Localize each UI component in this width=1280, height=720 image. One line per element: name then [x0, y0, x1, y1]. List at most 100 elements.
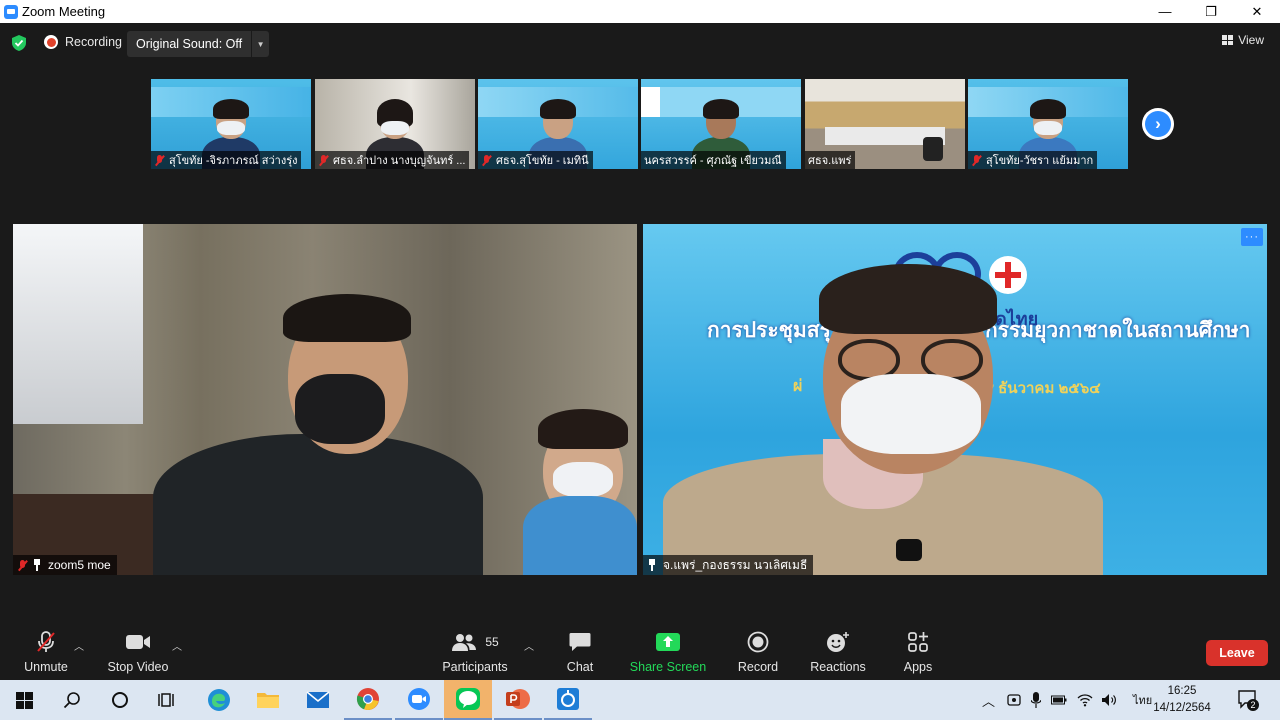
smiley-icon	[826, 628, 850, 656]
pin-icon	[32, 559, 42, 571]
maximize-button[interactable]: ❐	[1188, 0, 1234, 23]
chevron-down-icon[interactable]: ▼	[251, 31, 269, 57]
participant-thumbnail[interactable]: นครสวรรค์ - ศุภณัฐ เขียวมณี	[641, 79, 801, 169]
audio-options-chevron-icon[interactable]: ︿	[74, 638, 84, 653]
apps-icon	[907, 628, 929, 656]
file-explorer-icon[interactable]	[244, 680, 292, 720]
video-options-chevron-icon[interactable]: ︿	[172, 638, 182, 653]
chat-icon	[569, 628, 591, 656]
participants-label: Participants	[442, 660, 508, 674]
line-app-icon[interactable]	[444, 680, 492, 720]
zoom-app-icon	[4, 4, 18, 19]
stop-video-label: Stop Video	[107, 660, 169, 674]
participant-name: ศธจ.แพร่	[808, 155, 852, 167]
mic-muted-icon	[17, 559, 28, 571]
taskbar-date: 14/12/2564	[1153, 702, 1211, 714]
mic-muted-icon	[318, 154, 329, 166]
participant-name: zoom5 moe	[48, 558, 111, 572]
share-screen-label: Share Screen	[629, 660, 707, 674]
minimize-button[interactable]: —	[1142, 0, 1188, 23]
view-button[interactable]: View	[1222, 33, 1264, 47]
chrome-icon[interactable]	[344, 680, 392, 720]
recording-indicator[interactable]: Recording	[44, 35, 122, 49]
wifi-icon[interactable]	[1077, 693, 1093, 707]
battery-icon[interactable]	[1051, 694, 1067, 706]
pin-icon	[647, 559, 657, 571]
participant-name: ศธจ.ลำปาง นางบุญจันทร์ ...	[333, 155, 466, 167]
participant-name: สุโขทัย -จิรภาภรณ์ สว่างรุ่ง	[169, 155, 298, 167]
meeting-controls: Unmute ︿ Stop Video ︿ 55 Participants ︿ …	[0, 628, 1280, 680]
unmute-button[interactable]: Unmute	[22, 628, 70, 680]
unmute-label: Unmute	[24, 660, 68, 674]
mic-muted-icon	[481, 154, 492, 166]
chat-button[interactable]: Chat	[562, 628, 598, 680]
chevron-right-icon: ›	[1145, 111, 1171, 137]
participants-count: 55	[485, 635, 499, 649]
leave-button[interactable]: Leave	[1206, 640, 1268, 666]
system-tray: ︿ ไทย	[982, 680, 1152, 720]
meet-now-icon[interactable]	[1007, 693, 1021, 707]
grid-icon	[1222, 35, 1234, 45]
video-tile-left[interactable]: zoom5 moe	[13, 224, 637, 575]
windows-taskbar: ︿ ไทย 16:25 14/12/2564 2	[0, 680, 1280, 720]
mic-muted-icon	[971, 154, 982, 166]
chat-label: Chat	[566, 660, 594, 674]
shield-icon[interactable]	[12, 35, 26, 51]
chevron-up-icon[interactable]: ︿	[982, 691, 995, 710]
reactions-button[interactable]: Reactions	[808, 628, 868, 680]
participant-thumbnail[interactable]: ศธจ.แพร่	[805, 79, 965, 169]
participants-options-chevron-icon[interactable]: ︿	[524, 638, 534, 653]
recording-label: Recording	[65, 35, 122, 49]
notification-count: 2	[1247, 699, 1259, 711]
notification-center-icon[interactable]: 2	[1237, 689, 1259, 711]
mail-icon[interactable]	[294, 680, 342, 720]
windows-start-icon[interactable]	[0, 680, 48, 720]
more-options-button[interactable]: ···	[1241, 228, 1263, 246]
original-sound-dropdown[interactable]: Original Sound: Off ▼	[127, 31, 270, 57]
taskbar-clock[interactable]: 16:25 14/12/2564	[1150, 683, 1214, 717]
search-icon[interactable]	[48, 680, 96, 720]
banner-subtitle: ผ่	[793, 378, 803, 395]
participant-thumbnail[interactable]: ศธจ.สุโขทัย - เมทินี	[478, 79, 638, 169]
apps-label: Apps	[903, 660, 933, 674]
banner-title-end: กรรมยุวกาชาดในสถานศึกษา	[985, 319, 1251, 342]
original-sound-label: Original Sound: Off	[136, 37, 243, 51]
reactions-label: Reactions	[810, 660, 866, 674]
record-label: Record	[737, 660, 779, 674]
participant-name: ศธจ.สุโขทัย - เมทินี	[496, 155, 589, 167]
cortana-icon[interactable]	[96, 680, 144, 720]
next-thumbnails-button[interactable]: ›	[1142, 108, 1174, 140]
mic-muted-icon	[154, 154, 165, 166]
mic-muted-icon	[34, 628, 58, 656]
participants-icon	[452, 634, 477, 651]
participants-button[interactable]: 55 Participants	[440, 628, 510, 680]
video-tile-right[interactable]: ดไทย การประชุมสรุป กรรมยุวกาชาดในสถานศึก…	[643, 224, 1267, 575]
view-label: View	[1238, 33, 1264, 47]
meeting-app-icon[interactable]	[544, 680, 592, 720]
participant-thumbnail[interactable]: ศธจ.ลำปาง นางบุญจันทร์ ...	[315, 79, 475, 169]
window-titlebar: Zoom Meeting — ❐ ✕	[0, 0, 1280, 23]
powerpoint-icon[interactable]	[494, 680, 542, 720]
microphone-icon[interactable]	[1031, 692, 1042, 708]
meeting-topbar: Recording Original Sound: Off ▼ View	[0, 23, 1280, 63]
participant-name: จ.แพร่_กองธรรม นวเลิศเมธี	[663, 557, 808, 572]
share-screen-button[interactable]: Share Screen	[630, 628, 706, 680]
zoom-taskbar-icon[interactable]	[395, 680, 443, 720]
participant-thumbnail[interactable]: สุโขทัย -จิรภาภรณ์ สว่างรุ่ง	[151, 79, 311, 169]
participant-name: นครสวรรค์ - ศุภณัฐ เขียวมณี	[644, 155, 782, 167]
share-screen-icon	[655, 628, 681, 656]
window-title: Zoom Meeting	[22, 4, 106, 19]
participant-thumbnail[interactable]: สุโขทัย-วัชรา แย้มมาก	[968, 79, 1128, 169]
edge-browser-icon[interactable]	[195, 680, 243, 720]
record-icon	[747, 628, 769, 656]
participant-name: สุโขทัย-วัชรา แย้มมาก	[986, 155, 1094, 167]
volume-icon[interactable]	[1101, 693, 1117, 707]
close-button[interactable]: ✕	[1234, 0, 1280, 23]
task-view-icon[interactable]	[144, 680, 192, 720]
record-dot-icon	[44, 35, 58, 49]
video-camera-icon	[125, 628, 151, 656]
stop-video-button[interactable]: Stop Video	[106, 628, 170, 680]
apps-button[interactable]: Apps	[900, 628, 936, 680]
record-button[interactable]: Record	[736, 628, 780, 680]
taskbar-time: 16:25	[1167, 685, 1197, 697]
